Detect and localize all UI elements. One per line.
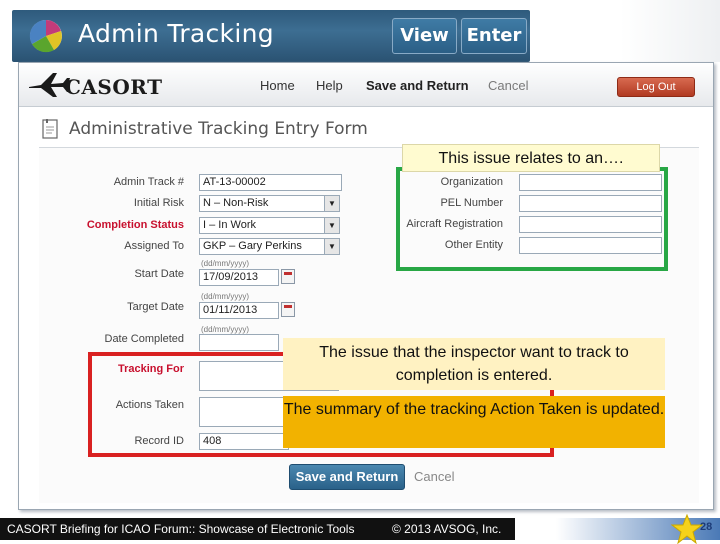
footer-briefing-text: CASORT Briefing for ICAO Forum:: Showcas…	[7, 522, 355, 536]
date-completed-hint: (dd/mm/yyyy)	[201, 325, 249, 334]
nav-help-link[interactable]: Help	[316, 78, 343, 93]
nav-home-link[interactable]: Home	[260, 78, 295, 93]
casort-brand: CASORT	[65, 75, 163, 99]
page-number: 28	[700, 521, 713, 533]
assigned-to-label: Assigned To	[124, 240, 184, 252]
assigned-to-value: GKP – Gary Perkins	[203, 240, 302, 252]
initial-risk-select[interactable]: N – Non-Risk ▼	[199, 195, 340, 212]
dropdown-arrow-icon[interactable]: ▼	[324, 196, 339, 211]
initial-risk-label: Initial Risk	[133, 197, 184, 209]
admin-track-field[interactable]: AT-13-00002	[199, 174, 342, 191]
initial-risk-value: N – Non-Risk	[203, 197, 269, 209]
start-date-field[interactable]: 17/09/2013	[199, 269, 279, 286]
save-and-return-button[interactable]: Save and Return	[289, 464, 405, 490]
form-title: Administrative Tracking Entry Form	[69, 119, 368, 139]
start-date-hint: (dd/mm/yyyy)	[201, 259, 249, 268]
footer-copyright: © 2013 AVSOG, Inc.	[392, 522, 502, 536]
app-topbar: CASORT Home Help Save and Return Cancel …	[19, 63, 713, 107]
dropdown-arrow-icon[interactable]: ▼	[324, 239, 339, 254]
calendar-icon[interactable]	[281, 269, 295, 284]
slide-header: Admin Tracking View Enter	[0, 0, 720, 62]
view-button[interactable]: View	[392, 18, 457, 54]
completion-status-label: Completion Status	[86, 219, 184, 231]
dropdown-arrow-icon[interactable]: ▼	[324, 218, 339, 233]
header-corner-decoration	[620, 0, 720, 62]
date-completed-field[interactable]	[199, 334, 279, 351]
date-completed-label: Date Completed	[104, 333, 185, 345]
start-date-label: Start Date	[134, 268, 184, 280]
slide-title: Admin Tracking	[78, 19, 274, 48]
entity-highlight-box	[396, 167, 668, 271]
tracking-for-callout: The issue that the inspector want to tra…	[283, 338, 665, 390]
admin-track-label: Admin Track #	[113, 176, 184, 188]
pie-logo-icon	[29, 19, 62, 53]
target-date-hint: (dd/mm/yyyy)	[201, 292, 249, 301]
target-date-field[interactable]: 01/11/2013	[199, 302, 279, 319]
enter-button[interactable]: Enter	[461, 18, 527, 54]
assigned-to-select[interactable]: GKP – Gary Perkins ▼	[199, 238, 340, 255]
cancel-link[interactable]: Cancel	[414, 469, 454, 484]
slide-footer: CASORT Briefing for ICAO Forum:: Showcas…	[0, 518, 720, 540]
calendar-icon[interactable]	[281, 302, 295, 317]
completion-status-select[interactable]: I – In Work ▼	[199, 217, 340, 234]
completion-status-value: I – In Work	[203, 219, 256, 231]
nav-save-and-return-link[interactable]: Save and Return	[366, 78, 469, 93]
entity-callout: This issue relates to an….	[402, 144, 660, 172]
target-date-label: Target Date	[127, 301, 184, 313]
document-icon	[42, 119, 58, 139]
nav-cancel-link[interactable]: Cancel	[488, 78, 528, 93]
actions-taken-callout: The summary of the tracking Action Taken…	[283, 396, 665, 448]
logout-button[interactable]: Log Out	[617, 77, 695, 97]
